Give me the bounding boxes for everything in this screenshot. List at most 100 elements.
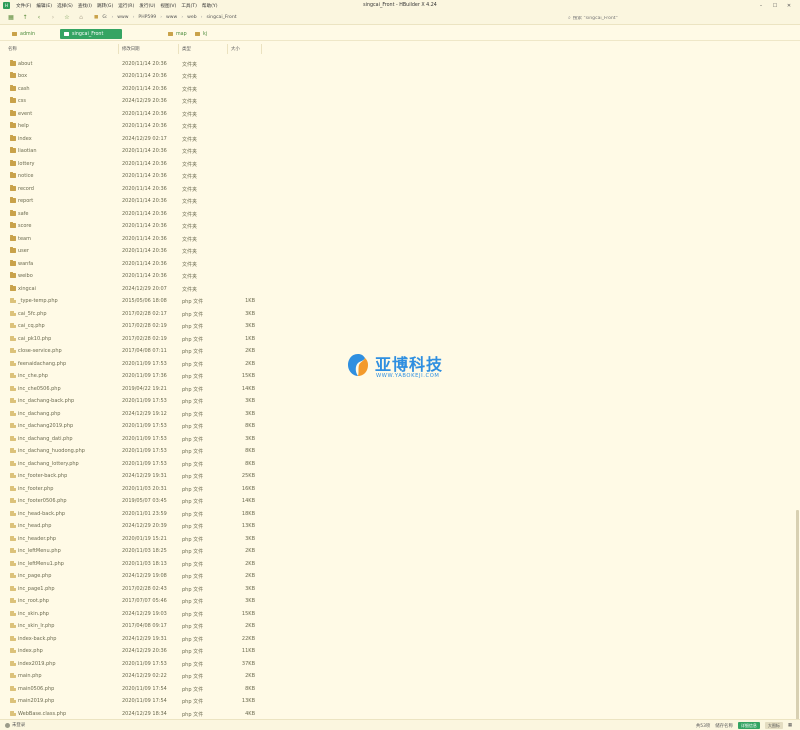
search-input[interactable]: [572, 15, 773, 21]
file-row[interactable]: feenaidachang.php 2020/11/09 17:53 php 文件 2…: [0, 357, 262, 370]
breadcrumb-item[interactable]: PHP599: [138, 15, 156, 20]
file-row[interactable]: _type-temp.php 2015/05/06 18:08 php 文件 1KB: [0, 295, 262, 308]
file-row[interactable]: inc_che0506.php 2019/04/22 19:21 php 文件 14K…: [0, 382, 262, 395]
up-arrow-icon[interactable]: ↑: [18, 14, 32, 21]
back-arrow-icon[interactable]: ‹: [32, 14, 46, 21]
file-row[interactable]: weibo 2020/11/14 20:36 文件夹: [0, 270, 262, 283]
file-row[interactable]: inc_dachang2019.php 2020/11/09 17:53 php 文…: [0, 420, 262, 433]
forward-arrow-icon[interactable]: ›: [46, 14, 60, 21]
file-row[interactable]: cai_pk10.php 2017/02/28 02:19 php 文件 1KB: [0, 332, 262, 345]
column-type-header[interactable]: 类型: [182, 46, 191, 52]
hbuilder-app-icon[interactable]: H: [3, 2, 10, 9]
menu-item[interactable]: 编辑(E): [36, 3, 52, 9]
file-row[interactable]: about 2020/11/14 20:36 文件夹: [0, 57, 262, 70]
menu-item[interactable]: 工具(T): [181, 3, 197, 9]
file-row[interactable]: cai_5fc.php 2017/02/28 02:17 php 文件 3KB: [0, 307, 262, 320]
file-row[interactable]: help 2020/11/14 20:36 文件夹: [0, 120, 262, 133]
column-divider[interactable]: [178, 44, 179, 54]
tab-singcai-front[interactable]: singcai_Front: [60, 29, 122, 39]
file-row[interactable]: team 2020/11/14 20:36 文件夹: [0, 232, 262, 245]
file-row[interactable]: cash 2020/11/14 20:36 文件夹: [0, 82, 262, 95]
file-row[interactable]: inc_leftMenu1.php 2020/11/03 18:13 php 文件 2…: [0, 557, 262, 570]
file-row[interactable]: inc_head.php 2024/12/29 20:39 php 文件 13KB: [0, 520, 262, 533]
vertical-scrollbar[interactable]: [796, 510, 799, 720]
file-name: css: [18, 98, 26, 104]
file-row[interactable]: score 2020/11/14 20:36 文件夹: [0, 220, 262, 233]
file-row[interactable]: report 2020/11/14 20:36 文件夹: [0, 195, 262, 208]
file-row[interactable]: close-service.php 2017/04/08 07:11 php 文件 2…: [0, 345, 262, 358]
file-row[interactable]: liaotian 2020/11/14 20:36 文件夹: [0, 145, 262, 158]
file-row[interactable]: inc_leftMenu.php 2020/11/03 18:25 php 文件 2K…: [0, 545, 262, 558]
layout-icon[interactable]: ▦: [4, 14, 18, 21]
details-view-button[interactable]: 详细信息: [737, 722, 760, 729]
file-row[interactable]: inc_dachang-back.php 2020/11/09 17:53 php …: [0, 395, 262, 408]
php-file-icon: [10, 348, 16, 353]
file-row[interactable]: inc_footer-back.php 2024/12/29 19:31 php 文…: [0, 470, 262, 483]
file-row[interactable]: index2019.php 2020/11/09 17:53 php 文件 37KB: [0, 657, 262, 670]
file-name: inc_root.php: [18, 598, 49, 604]
star-icon[interactable]: ☆: [60, 14, 74, 21]
file-row[interactable]: index-back.php 2024/12/29 19:31 php 文件 22KB: [0, 632, 262, 645]
menu-item[interactable]: 跳转(G): [97, 3, 113, 9]
menu-item[interactable]: 发行(U): [139, 3, 155, 9]
menu-item[interactable]: 视图(V): [160, 3, 176, 9]
file-row[interactable]: inc_footer.php 2020/11/03 20:31 php 文件 16KB: [0, 482, 262, 495]
large-icon-view-button[interactable]: 大图标: [764, 722, 783, 729]
file-row[interactable]: notice 2020/11/14 20:36 文件夹: [0, 170, 262, 183]
file-row[interactable]: main.php 2024/12/29 02:22 php 文件 2KB: [0, 670, 262, 683]
file-row[interactable]: box 2020/11/14 20:36 文件夹: [0, 70, 262, 83]
file-row[interactable]: main0506.php 2020/11/09 17:54 php 文件 8KB: [0, 682, 262, 695]
menu-item[interactable]: 运行(R): [118, 3, 134, 9]
login-status[interactable]: 未登录: [5, 722, 25, 728]
breadcrumb-item[interactable]: G:: [102, 15, 107, 20]
file-row[interactable]: event 2020/11/14 20:36 文件夹: [0, 107, 262, 120]
file-row[interactable]: inc_root.php 2017/07/07 05:46 php 文件 3KB: [0, 595, 262, 608]
file-row[interactable]: main2019.php 2020/11/09 17:54 php 文件 13KB: [0, 695, 262, 708]
home-icon[interactable]: ⌂: [74, 14, 88, 21]
file-row[interactable]: lottery 2020/11/14 20:36 文件夹: [0, 157, 262, 170]
file-row[interactable]: user 2020/11/14 20:36 文件夹: [0, 245, 262, 258]
file-row[interactable]: inc_page1.php 2017/02/28 02:43 php 文件 3KB: [0, 582, 262, 595]
file-row[interactable]: inc_skin.php 2024/12/29 19:03 php 文件 15KB: [0, 607, 262, 620]
menu-item[interactable]: 选择(S): [57, 3, 73, 9]
file-row[interactable]: wanfa 2020/11/14 20:36 文件夹: [0, 257, 262, 270]
breadcrumb-item[interactable]: web: [187, 15, 197, 20]
file-row[interactable]: inc_footer0506.php 2019/05/07 03:45 php 文件…: [0, 495, 262, 508]
search-box[interactable]: ⌕: [568, 13, 792, 23]
breadcrumb-item[interactable]: singcai_Front: [207, 15, 237, 20]
file-row[interactable]: index.php 2024/12/29 20:36 php 文件 11KB: [0, 645, 262, 658]
column-divider[interactable]: [261, 44, 262, 54]
column-size-header[interactable]: 大小: [231, 46, 240, 52]
maximize-icon[interactable]: ☐: [768, 3, 782, 9]
file-type: php 文件: [182, 686, 204, 693]
column-divider[interactable]: [227, 44, 228, 54]
file-row[interactable]: WebBase.class.php 2024/12/29 18:34 php 文件 4…: [0, 707, 262, 720]
file-row[interactable]: xingcai 2024/12/29 20:07 文件夹: [0, 282, 262, 295]
column-date-header[interactable]: 修改日期: [122, 46, 140, 52]
file-row[interactable]: inc_dachang.php 2024/12/29 19:12 php 文件 3KB: [0, 407, 262, 420]
menu-item[interactable]: 查找(I): [78, 3, 92, 9]
file-row[interactable]: inc_header.php 2020/01/19 15:21 php 文件 3KB: [0, 532, 262, 545]
file-row[interactable]: safe 2020/11/14 20:36 文件夹: [0, 207, 262, 220]
menu-item[interactable]: 文件(F): [16, 3, 31, 9]
breadcrumb-item[interactable]: www: [117, 15, 128, 20]
file-row[interactable]: cai_cq.php 2017/02/28 02:19 php 文件 3KB: [0, 320, 262, 333]
tab-kj[interactable]: kj: [195, 29, 235, 39]
file-row[interactable]: inc_dachang_huodong.php 2020/11/09 17:53 p…: [0, 445, 262, 458]
column-name-header[interactable]: 名称: [8, 46, 17, 52]
close-icon[interactable]: ✕: [782, 3, 796, 9]
file-row[interactable]: record 2020/11/14 20:36 文件夹: [0, 182, 262, 195]
file-row[interactable]: inc_dachang_dati.php 2020/11/09 17:53 php …: [0, 432, 262, 445]
menu-item[interactable]: 帮助(Y): [202, 3, 218, 9]
file-row[interactable]: inc_skin_lr.php 2017/04/08 09:17 php 文件 2KB: [0, 620, 262, 633]
minimize-icon[interactable]: –: [754, 3, 768, 9]
column-divider[interactable]: [118, 44, 119, 54]
file-row[interactable]: inc_page.php 2024/12/29 19:08 php 文件 2KB: [0, 570, 262, 583]
file-row[interactable]: inc_head-back.php 2020/11/01 23:59 php 文件 1…: [0, 507, 262, 520]
file-row[interactable]: css 2024/12/29 20:36 文件夹: [0, 95, 262, 108]
file-row[interactable]: inc_che.php 2020/11/09 17:36 php 文件 15KB: [0, 370, 262, 383]
file-row[interactable]: inc_dachang_lottery.php 2020/11/09 17:53 p…: [0, 457, 262, 470]
breadcrumb-item[interactable]: www: [166, 15, 177, 20]
file-row[interactable]: index 2024/12/29 02:17 文件夹: [0, 132, 262, 145]
grid-view-icon[interactable]: ▦: [788, 723, 792, 728]
